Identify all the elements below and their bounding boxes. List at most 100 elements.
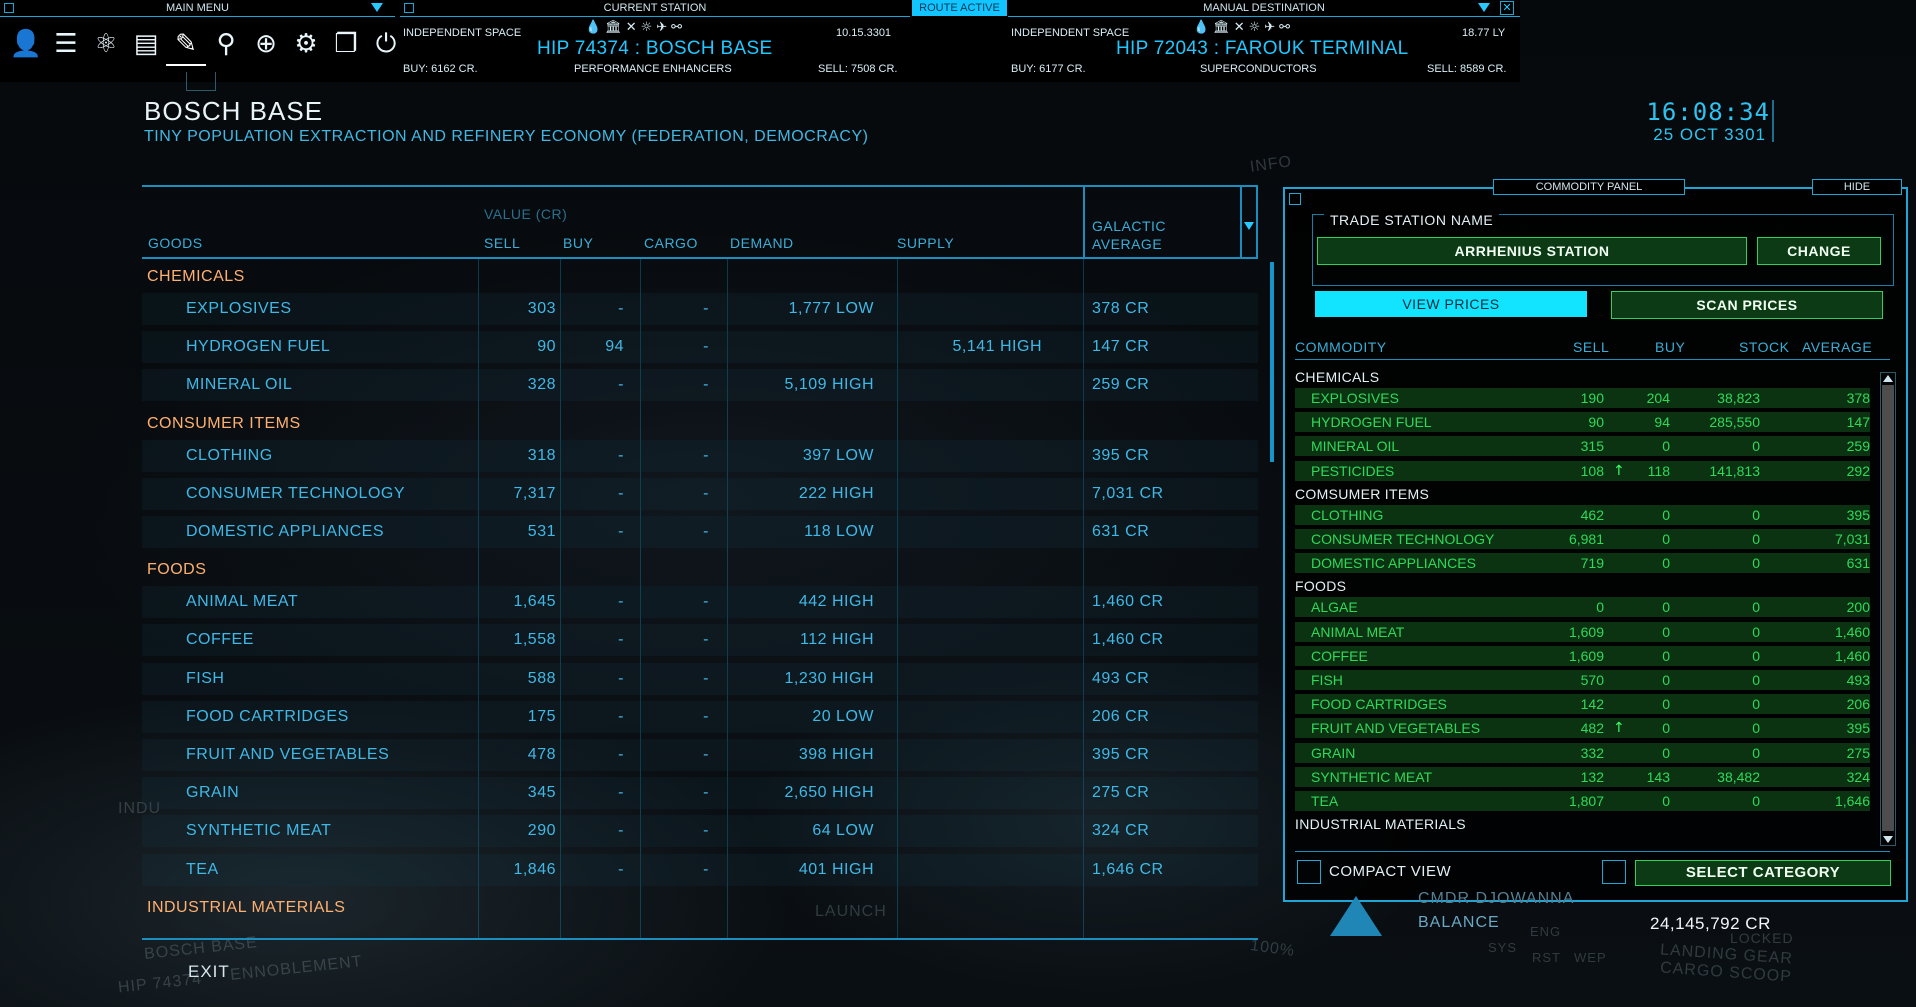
commodity-cell-name: ANIMAL MEAT bbox=[1311, 623, 1405, 640]
commodity-cell-sell: 108 bbox=[1580, 462, 1604, 479]
commodity-row[interactable]: FOOD CARTRIDGES 142 0 0 206 bbox=[1295, 694, 1870, 715]
commodity-row[interactable]: GRAIN 332 0 0 275 bbox=[1295, 742, 1870, 763]
commodity-row[interactable]: COFFEE 1,609 0 0 1,460 bbox=[1295, 645, 1870, 666]
commodity-cell-sell: 190 bbox=[1580, 390, 1604, 406]
commodity-row[interactable]: HYDROGEN FUEL 90 94 285,550 147 bbox=[1295, 412, 1870, 433]
settings-icon[interactable]: ⚙ bbox=[286, 24, 326, 64]
table-row[interactable]: COFFEE 1,558 - - 112 HIGH 1,460 CR bbox=[142, 624, 1258, 657]
commodity-row[interactable]: PESTICIDES 108 118 141,813 292 ↑ bbox=[1295, 460, 1870, 481]
journal-icon[interactable]: ☰ bbox=[46, 24, 86, 64]
commodity-col-header[interactable]: COMMODITY bbox=[1295, 339, 1387, 355]
close-icon[interactable]: ✕ bbox=[1500, 1, 1514, 15]
hide-button[interactable]: HIDE bbox=[1812, 179, 1902, 195]
current-region: INDEPENDENT SPACE bbox=[403, 27, 522, 39]
cell-sell: 1,846 bbox=[513, 860, 556, 878]
scroll-thumb[interactable] bbox=[1882, 385, 1894, 831]
table-row[interactable]: SYNTHETIC MEAT 290 - - 64 LOW 324 CR bbox=[142, 815, 1258, 848]
table-row[interactable]: HYDROGEN FUEL 90 94 - 5,141 HIGH 147 CR bbox=[142, 331, 1258, 364]
commodity-cell-buy: 118 bbox=[1647, 462, 1670, 479]
cell-demand: 222 HIGH bbox=[798, 484, 874, 502]
scan-prices-button[interactable]: SCAN PRICES bbox=[1611, 291, 1883, 319]
commodity-row[interactable]: ANIMAL MEAT 1,609 0 0 1,460 bbox=[1295, 621, 1870, 642]
cell-name: HYDROGEN FUEL bbox=[186, 338, 331, 356]
commodity-row[interactable]: EXPLOSIVES 190 204 38,823 378 bbox=[1295, 388, 1870, 408]
panel-square-icon bbox=[1289, 193, 1301, 205]
demand-header[interactable]: DEMAND bbox=[730, 235, 794, 251]
cell-avg: 1,646 CR bbox=[1092, 860, 1164, 878]
compact-view-checkbox[interactable] bbox=[1297, 860, 1321, 884]
table-row[interactable]: EXPLOSIVES 303 - - 1,777 LOW 378 CR bbox=[142, 293, 1258, 325]
station-name-field[interactable]: ARRHENIUS STATION bbox=[1317, 237, 1747, 265]
scroll-down-icon[interactable] bbox=[1883, 836, 1893, 843]
buy-header[interactable]: BUY bbox=[563, 235, 593, 251]
cell-buy: - bbox=[618, 707, 624, 725]
commodity-cell-stock: 141,813 bbox=[1709, 462, 1760, 479]
cell-demand: 2,650 HIGH bbox=[784, 784, 874, 802]
table-row[interactable]: ANIMAL MEAT 1,645 - - 442 HIGH 1,460 CR bbox=[142, 586, 1258, 619]
chevron-down-icon[interactable] bbox=[371, 3, 383, 12]
table-row[interactable]: CONSUMER TECHNOLOGY 7,317 - - 222 HIGH 7,031 … bbox=[142, 477, 1258, 510]
table-row[interactable]: DOMESTIC APPLIANCES 531 - - 118 LOW 631 CR bbox=[142, 516, 1258, 548]
sell-col-header[interactable]: SELL bbox=[1573, 339, 1609, 355]
cell-cargo: - bbox=[703, 784, 709, 802]
cell-demand: 20 LOW bbox=[812, 707, 874, 725]
navigation-icon[interactable]: ⊕ bbox=[246, 24, 286, 64]
sell-header[interactable]: SELL bbox=[484, 235, 520, 251]
cell-demand: 118 LOW bbox=[804, 523, 874, 540]
panels-icon[interactable]: ❐ bbox=[326, 24, 366, 64]
commodity-row[interactable]: MINERAL OIL 315 0 0 259 bbox=[1295, 436, 1870, 457]
transactions-icon[interactable]: ▤ bbox=[126, 24, 166, 64]
cell-buy: - bbox=[618, 631, 624, 649]
commodity-cell-avg: 493 bbox=[1846, 672, 1870, 688]
stock-col-header[interactable]: STOCK bbox=[1739, 339, 1789, 355]
trade-icon[interactable]: ✎ bbox=[166, 24, 206, 66]
galactic-average-header[interactable]: GALACTIC AVERAGE bbox=[1092, 217, 1166, 253]
select-category-checkbox[interactable] bbox=[1602, 860, 1626, 884]
commodity-row[interactable]: CLOTHING 462 0 0 395 bbox=[1295, 504, 1870, 525]
table-row[interactable]: FOOD CARTRIDGES 175 - - 20 LOW 206 CR bbox=[142, 700, 1258, 733]
average-col-header[interactable]: AVERAGE bbox=[1802, 339, 1872, 355]
cell-sell: 303 bbox=[527, 300, 556, 317]
commodity-row[interactable]: SYNTHETIC MEAT 132 143 38,482 324 bbox=[1295, 766, 1870, 787]
cell-cargo: - bbox=[703, 860, 709, 878]
exit-button[interactable]: EXIT bbox=[188, 962, 230, 982]
chevron-down-icon[interactable] bbox=[1478, 3, 1490, 12]
commander-icon[interactable]: 👤 bbox=[6, 24, 46, 64]
buy-col-header[interactable]: BUY bbox=[1655, 339, 1685, 355]
supply-header[interactable]: SUPPLY bbox=[897, 235, 954, 251]
commodity-row[interactable]: FRUIT AND VEGETABLES 482 0 0 395 ↑ bbox=[1295, 718, 1870, 739]
commodity-cell-buy: 143 bbox=[1646, 768, 1670, 785]
commodity-cell-stock: 38,823 bbox=[1717, 390, 1760, 406]
galaxy-map-icon[interactable]: ⚛ bbox=[86, 24, 126, 64]
commodity-scrollbar[interactable] bbox=[1880, 372, 1896, 846]
cell-sell: 328 bbox=[527, 376, 556, 394]
commodity-cell-stock: 0 bbox=[1752, 672, 1760, 688]
search-icon[interactable]: ⚲ bbox=[206, 24, 246, 64]
market-scrollbar[interactable] bbox=[1270, 262, 1274, 462]
goods-header[interactable]: GOODS bbox=[148, 235, 203, 251]
commodity-row[interactable]: TEA 1,807 0 0 1,646 bbox=[1295, 791, 1870, 811]
commodity-cell-sell: 142 bbox=[1580, 696, 1604, 713]
table-row[interactable]: MINERAL OIL 328 - - 5,109 HIGH 259 CR bbox=[142, 369, 1258, 402]
commodity-row[interactable]: DOMESTIC APPLIANCES 719 0 0 631 bbox=[1295, 553, 1870, 574]
select-category-button[interactable]: SELECT CATEGORY bbox=[1635, 860, 1891, 886]
chevron-down-icon[interactable] bbox=[1244, 222, 1254, 230]
commodity-row[interactable]: FISH 570 0 0 493 bbox=[1295, 670, 1870, 690]
commodity-row[interactable]: ALGAE 0 0 0 200 bbox=[1295, 597, 1870, 618]
manual-destination-header[interactable]: MANUAL DESTINATION ✕ bbox=[1008, 0, 1520, 17]
view-prices-button[interactable]: VIEW PRICES bbox=[1315, 291, 1587, 317]
cargo-header[interactable]: CARGO bbox=[644, 235, 698, 251]
table-row[interactable]: FISH 588 - - 1,230 HIGH 493 CR bbox=[142, 662, 1258, 695]
table-row[interactable]: TEA 1,846 - - 401 HIGH 1,646 CR bbox=[142, 853, 1258, 886]
table-row[interactable]: CLOTHING 318 - - 397 LOW 395 CR bbox=[142, 439, 1258, 472]
commodity-row[interactable]: CONSUMER TECHNOLOGY 6,981 0 0 7,031 bbox=[1295, 529, 1870, 549]
change-button[interactable]: CHANGE bbox=[1757, 237, 1881, 265]
main-menu-header[interactable]: MAIN MENU bbox=[0, 0, 395, 17]
power-icon[interactable]: ⏻ bbox=[366, 24, 406, 64]
galactic-divider bbox=[1083, 185, 1085, 259]
table-row[interactable]: FRUIT AND VEGETABLES 478 - - 398 HIGH 395 CR bbox=[142, 739, 1258, 771]
scroll-up-icon[interactable] bbox=[1883, 375, 1893, 382]
cell-demand: 398 HIGH bbox=[798, 746, 874, 763]
commodity-cell-sell: 132 bbox=[1580, 768, 1604, 785]
table-row[interactable]: GRAIN 345 - - 2,650 HIGH 275 CR bbox=[142, 777, 1258, 810]
